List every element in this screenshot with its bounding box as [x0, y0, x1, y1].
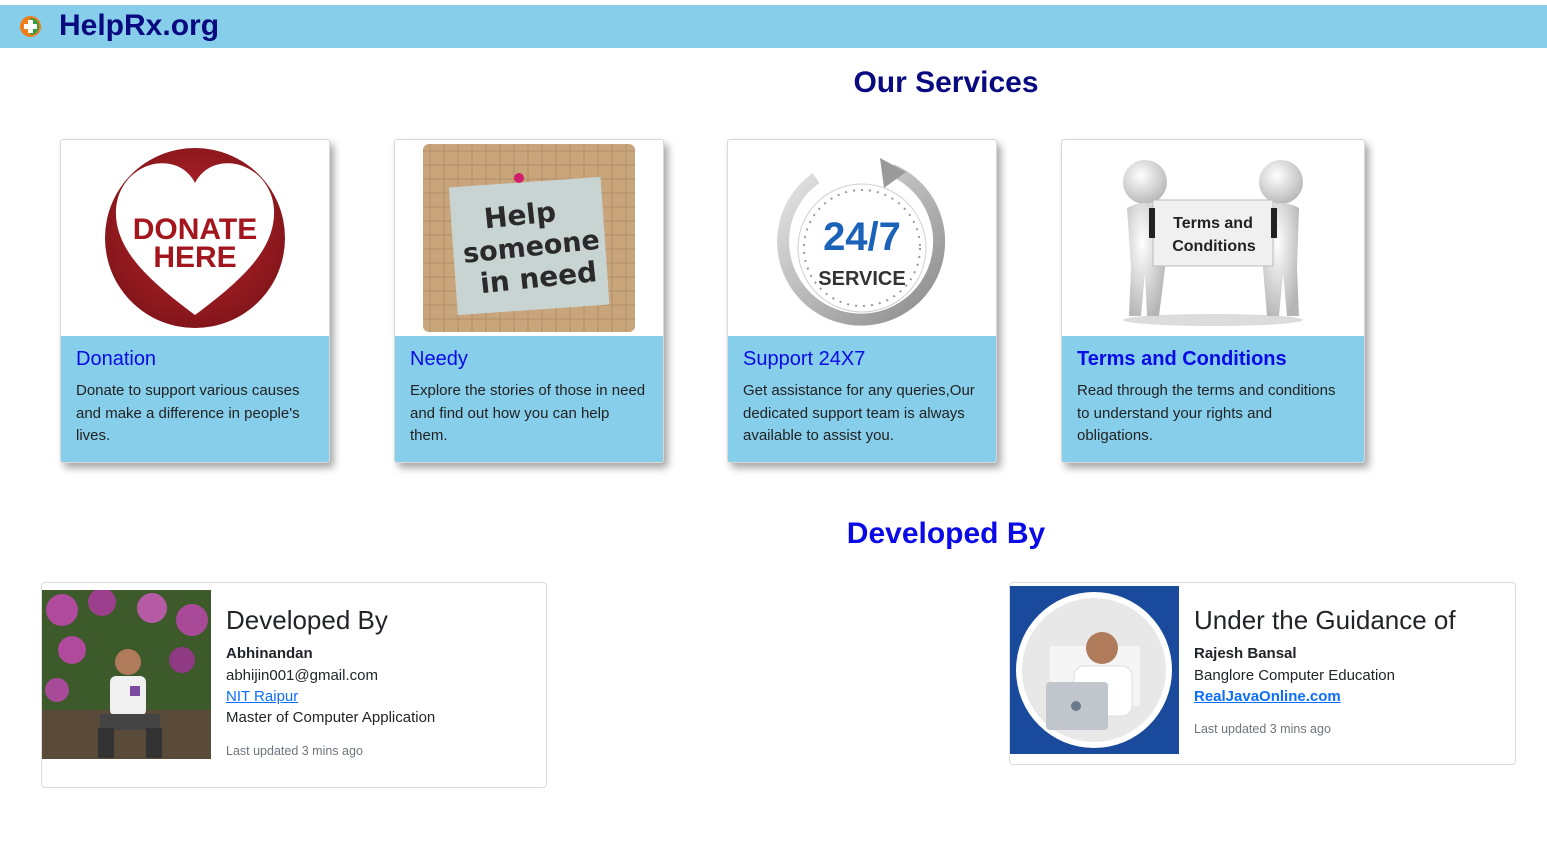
- developer-photo: [42, 588, 211, 759]
- guide-photo: [1010, 586, 1179, 754]
- profile-body: Developed By Abhinandan abhijin001@gmail…: [226, 605, 435, 758]
- service-24-7-image: 24/7 SERVICE: [728, 140, 996, 336]
- help-note-image: Help someone in need: [395, 140, 663, 336]
- profile-heading: Under the Guidance of: [1194, 605, 1456, 635]
- service-image-line2: SERVICE: [818, 268, 905, 290]
- guide-profile-card: Under the Guidance of Rajesh Bansal Bang…: [1009, 582, 1516, 765]
- profile-organization: Banglore Computer Education: [1194, 667, 1395, 684]
- card-text: Read through the terms and conditions to…: [1077, 382, 1336, 444]
- donate-image: DONATE HERE: [61, 140, 329, 336]
- terms-image: Terms and Conditions: [1062, 140, 1364, 336]
- card-title[interactable]: Needy: [410, 348, 648, 371]
- plus-circle-icon: [20, 16, 41, 37]
- service-card-needy[interactable]: Help someone in need Needy Explore the s…: [394, 139, 664, 463]
- profile-degree: Master of Computer Application: [226, 709, 436, 726]
- developer-profile-card: Developed By Abhinandan abhijin001@gmail…: [41, 582, 547, 788]
- card-text: Get assistance for any queries,Our dedic…: [743, 382, 975, 444]
- terms-image-line2: Conditions: [1172, 238, 1256, 255]
- terms-image-line1: Terms and: [1173, 215, 1253, 232]
- card-text: Donate to support various causes and mak…: [76, 382, 300, 444]
- card-title[interactable]: Support 24X7: [743, 348, 981, 371]
- profile-email: abhijin001@gmail.com: [226, 667, 378, 684]
- profile-college-link[interactable]: NIT Raipur: [226, 688, 435, 705]
- card-body: Terms and Conditions Read through the te…: [1062, 336, 1364, 462]
- service-card-terms[interactable]: Terms and Conditions Terms and Condition…: [1061, 139, 1365, 463]
- profile-body: Under the Guidance of Rajesh Bansal Bang…: [1194, 605, 1456, 736]
- card-body: Needy Explore the stories of those in ne…: [395, 336, 663, 462]
- profile-name: Abhinandan: [226, 645, 313, 662]
- service-image-line1: 24/7: [823, 215, 901, 259]
- card-text: Explore the stories of those in need and…: [410, 382, 646, 444]
- profile-heading: Developed By: [226, 605, 388, 635]
- profile-updated: Last updated 3 mins ago: [226, 744, 363, 758]
- profile-website-link[interactable]: RealJavaOnline.com: [1194, 688, 1456, 705]
- service-card-donation[interactable]: DONATE HERE Donation Donate to support v…: [60, 139, 330, 463]
- profile-name: Rajesh Bansal: [1194, 645, 1297, 662]
- card-body: Support 24X7 Get assistance for any quer…: [728, 336, 996, 462]
- brand-link[interactable]: HelpRx.org: [59, 9, 219, 43]
- developers-heading: Developed By: [846, 517, 1046, 550]
- donate-image-line2: HERE: [153, 241, 236, 274]
- card-title[interactable]: Terms and Conditions: [1077, 348, 1349, 371]
- service-card-support[interactable]: 24/7 SERVICE Support 24X7 Get assistance…: [727, 139, 997, 463]
- card-title[interactable]: Donation: [76, 348, 314, 371]
- profile-updated: Last updated 3 mins ago: [1194, 722, 1331, 736]
- services-heading: Our Services: [853, 66, 1039, 99]
- card-body: Donation Donate to support various cause…: [61, 336, 329, 462]
- navbar: HelpRx.org: [0, 5, 1547, 48]
